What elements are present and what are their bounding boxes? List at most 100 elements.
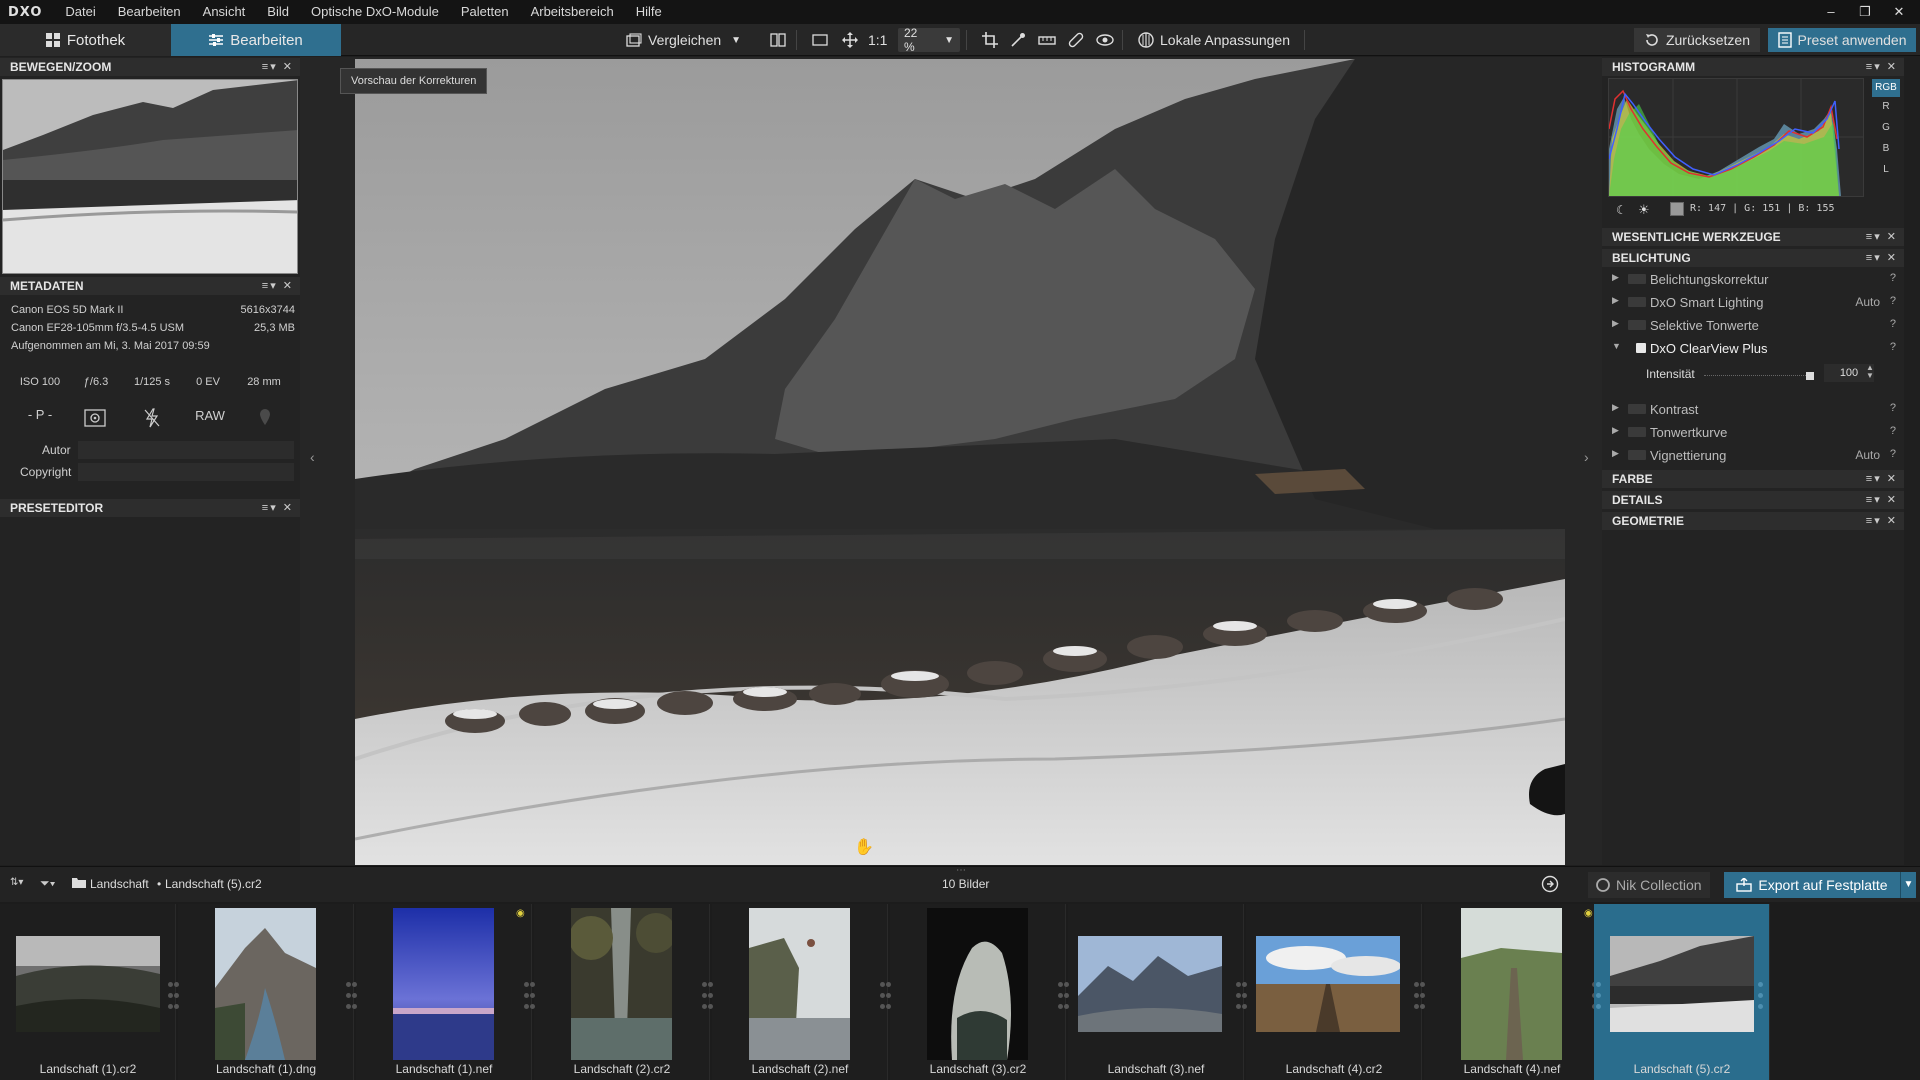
move-button[interactable] xyxy=(836,28,864,52)
help-icon[interactable]: ? xyxy=(1890,341,1896,353)
local-adjustments-button[interactable]: Lokale Anpassungen xyxy=(1132,28,1296,52)
channel-rgb[interactable]: RGB xyxy=(1872,79,1900,97)
menu-arbeitsbereich[interactable]: Arbeitsbereich xyxy=(520,0,625,24)
thumbnail-item[interactable]: Landschaft (3).nef xyxy=(1064,904,1244,1080)
tool-clearview-plus[interactable]: ▼ DxO ClearView Plus ? xyxy=(1602,337,1904,359)
red-eye-button[interactable] xyxy=(1090,28,1120,52)
breadcrumb-folder[interactable]: Landschaft xyxy=(90,877,149,891)
help-icon[interactable]: ? xyxy=(1890,272,1896,284)
thumbnail-item[interactable]: Landschaft (1).dng xyxy=(174,904,354,1080)
breadcrumb-file[interactable]: Landschaft (5).cr2 xyxy=(165,877,262,891)
thumbnail-item-selected[interactable]: Landschaft (5).cr2 xyxy=(1594,904,1770,1080)
sort-icon[interactable]: ⇅▾ xyxy=(10,877,23,888)
geometry-header[interactable]: GEOMETRIE ≡▾ ✕ xyxy=(1602,512,1904,530)
tool-toggle[interactable] xyxy=(1628,274,1646,284)
tool-vignetting[interactable]: ▶ Vignettierung Auto ? xyxy=(1602,444,1904,466)
eyedropper-button[interactable] xyxy=(1004,28,1032,52)
help-icon[interactable]: ? xyxy=(1890,425,1896,437)
image-viewer[interactable]: Vorschau der Korrekturen ✋ xyxy=(328,57,1574,865)
panel-menu-close-icon[interactable]: ≡▾ ✕ xyxy=(1866,249,1898,267)
stepper-icon[interactable]: ▲ ▼ xyxy=(1866,364,1874,380)
help-icon[interactable]: ? xyxy=(1890,295,1896,307)
channel-b[interactable]: B xyxy=(1872,143,1900,154)
tool-toggle[interactable] xyxy=(1628,404,1646,414)
help-icon[interactable]: ? xyxy=(1890,402,1896,414)
restore-icon[interactable]: ❐ xyxy=(1848,0,1882,24)
panel-menu-close-icon[interactable]: ≡▾ ✕ xyxy=(262,277,294,295)
zoom-1-1-button[interactable]: 1:1 xyxy=(862,28,893,52)
nik-collection-button[interactable]: Nik Collection xyxy=(1588,872,1710,898)
menu-bild[interactable]: Bild xyxy=(256,0,300,24)
export-dropdown-icon[interactable]: ▼ xyxy=(1900,872,1916,898)
menu-bearbeiten[interactable]: Bearbeiten xyxy=(107,0,192,24)
minimize-icon[interactable]: – xyxy=(1814,0,1848,24)
tool-selective-tones[interactable]: ▶ Selektive Tonwerte ? xyxy=(1602,314,1904,336)
panel-menu-close-icon[interactable]: ≡▾ ✕ xyxy=(1866,470,1898,488)
compare-button[interactable]: Vergleichen ▼ xyxy=(620,28,747,52)
expand-arrow-icon[interactable]: ▶ xyxy=(1612,318,1619,329)
color-header[interactable]: FARBE ≡▾ ✕ xyxy=(1602,470,1904,488)
menu-ansicht[interactable]: Ansicht xyxy=(192,0,257,24)
split-view-button[interactable] xyxy=(764,28,792,52)
essential-tools-header[interactable]: WESENTLICHE WERKZEUGE ≡▾ ✕ xyxy=(1602,228,1904,246)
main-image[interactable] xyxy=(355,59,1565,865)
thumbnail-item[interactable]: ◉ Landschaft (1).nef xyxy=(352,904,532,1080)
highlight-clipping-icon[interactable]: ☀ xyxy=(1638,202,1650,218)
chevron-down-icon[interactable]: ▼ xyxy=(731,35,741,46)
move-zoom-header[interactable]: BEWEGEN/ZOOM ≡▾ ✕ xyxy=(0,58,300,76)
drag-handle-icon[interactable]: ⋯ xyxy=(956,865,966,876)
panel-menu-close-icon[interactable]: ≡▾ ✕ xyxy=(1866,58,1898,76)
menu-paletten[interactable]: Paletten xyxy=(450,0,520,24)
panel-menu-close-icon[interactable]: ≡▾ ✕ xyxy=(262,499,294,517)
metadata-header[interactable]: METADATEN ≡▾ ✕ xyxy=(0,277,300,295)
copyright-field[interactable] xyxy=(78,463,294,481)
panel-menu-close-icon[interactable]: ≡▾ ✕ xyxy=(1866,228,1898,246)
histogram-header[interactable]: HISTOGRAMM ≡▾ ✕ xyxy=(1602,58,1904,76)
right-panel-toggle[interactable]: › xyxy=(1574,57,1602,865)
tool-smart-lighting[interactable]: ▶ DxO Smart Lighting Auto ? xyxy=(1602,291,1904,313)
tool-toggle[interactable] xyxy=(1628,427,1646,437)
reset-button[interactable]: Zurücksetzen xyxy=(1634,28,1760,52)
menu-hilfe[interactable]: Hilfe xyxy=(625,0,673,24)
apply-preset-button[interactable]: Preset anwenden xyxy=(1768,28,1916,52)
thumbnail-item[interactable]: Landschaft (4).cr2 xyxy=(1242,904,1422,1080)
details-header[interactable]: DETAILS ≡▾ ✕ xyxy=(1602,491,1904,509)
thumbnail-item[interactable]: Landschaft (2).cr2 xyxy=(530,904,710,1080)
slider-thumb[interactable] xyxy=(1806,372,1814,380)
tool-contrast[interactable]: ▶ Kontrast ? xyxy=(1602,398,1904,420)
thumbnail-item[interactable]: ◉ Landschaft (4).nef xyxy=(1420,904,1600,1080)
thumbnail-item[interactable]: Landschaft (1).cr2 xyxy=(0,904,176,1080)
navigator-preview[interactable] xyxy=(2,79,298,274)
menu-optische-module[interactable]: Optische DxO-Module xyxy=(300,0,450,24)
filter-icon[interactable]: ⏷▾ xyxy=(40,876,55,891)
channel-l[interactable]: L xyxy=(1872,164,1900,175)
tool-toggle[interactable] xyxy=(1628,320,1646,330)
play-icon[interactable] xyxy=(1541,875,1559,896)
horizon-button[interactable] xyxy=(1032,28,1062,52)
channel-r[interactable]: R xyxy=(1872,101,1900,112)
tool-exposure-correction[interactable]: ▶ Belichtungskorrektur ? xyxy=(1602,268,1904,290)
preset-editor-header[interactable]: PRESETEDITOR ≡▾ ✕ xyxy=(0,499,300,517)
left-panel-toggle[interactable]: ‹ xyxy=(300,57,328,865)
expand-arrow-icon[interactable]: ▶ xyxy=(1612,295,1619,306)
tool-tone-curve[interactable]: ▶ Tonwertkurve ? xyxy=(1602,421,1904,443)
panel-menu-close-icon[interactable]: ≡▾ ✕ xyxy=(262,58,294,76)
chevron-right-icon[interactable]: › xyxy=(1584,449,1589,465)
tool-toggle[interactable] xyxy=(1628,297,1646,307)
expand-arrow-icon[interactable]: ▶ xyxy=(1612,448,1619,459)
panel-menu-close-icon[interactable]: ≡▾ ✕ xyxy=(1866,491,1898,509)
expand-arrow-icon[interactable]: ▶ xyxy=(1612,425,1619,436)
crop-button[interactable] xyxy=(976,28,1004,52)
tool-toggle[interactable] xyxy=(1628,450,1646,460)
panel-menu-close-icon[interactable]: ≡▾ ✕ xyxy=(1866,512,1898,530)
intensity-slider[interactable] xyxy=(1704,367,1814,381)
zoom-select[interactable]: 22 % ▼ xyxy=(898,26,960,54)
tool-toggle-on[interactable] xyxy=(1636,343,1646,353)
collapse-arrow-icon[interactable]: ▼ xyxy=(1612,341,1621,351)
help-icon[interactable]: ? xyxy=(1890,448,1896,460)
expand-arrow-icon[interactable]: ▶ xyxy=(1612,272,1619,283)
exposure-header[interactable]: BELICHTUNG ≡▾ ✕ xyxy=(1602,249,1904,267)
close-icon[interactable]: ✕ xyxy=(1882,0,1916,24)
channel-g[interactable]: G xyxy=(1872,122,1900,133)
thumbnail-item[interactable]: Landschaft (3).cr2 xyxy=(886,904,1066,1080)
